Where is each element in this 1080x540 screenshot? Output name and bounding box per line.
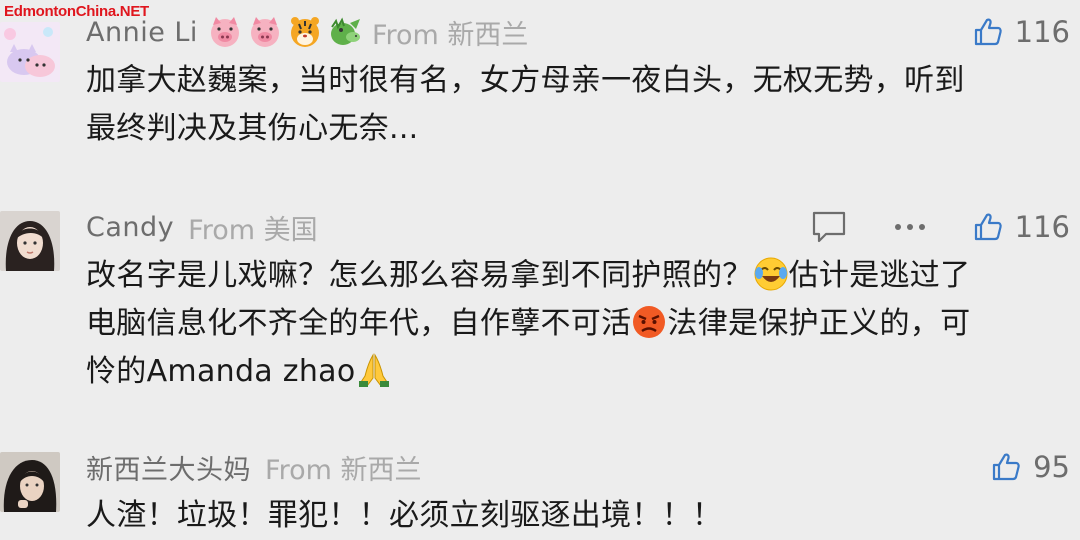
like-button[interactable]: 116 [973,207,1070,247]
reply-button[interactable] [812,207,846,247]
comment-text-line: 怜的Amanda zhao [86,348,1071,396]
location-label: From 新西兰 [265,454,422,486]
like-button[interactable]: 95 [991,447,1070,487]
comment-header: 新西兰大头妈 From 新西兰 [86,447,421,487]
text-segment: 法律是保护正义的，可 [667,306,971,341]
angry-face-emoji-icon [631,304,667,340]
tiger-emoji-icon [288,15,322,49]
comment-text: 加拿大赵巍案，当时很有名，女方母亲一夜白头，无权无势，听到 最终判决及其伤心无奈… [86,57,1071,153]
like-button[interactable]: 116 [973,12,1070,52]
avatar[interactable] [0,452,60,512]
pig-emoji-icon [248,15,282,49]
comment-text-line: 加拿大赵巍案，当时很有名，女方母亲一夜白头，无权无势，听到 [86,63,965,98]
pig-emoji-icon [208,15,242,49]
comment-text: 人渣！垃圾！罪犯！！必须立刻驱逐出境！！！ [86,492,1071,540]
like-count: 95 [1033,450,1070,484]
praying-hands-emoji-icon [356,352,392,388]
comment-bubble-icon [812,211,846,243]
dragon-emoji-icon [328,15,362,49]
thumbs-up-icon [992,453,1020,481]
more-options-button[interactable] [893,207,927,247]
username[interactable]: 新西兰大头妈 [86,448,251,487]
location-label: From 新西兰 [371,19,529,51]
comment-text-line: 电脑信息化不齐全的年代，自作孽不可活 法律是保护正义的，可 [86,300,1071,348]
comment-text-line: 人渣！垃圾！罪犯！！必须立刻驱逐出境！！！ [86,498,723,533]
username[interactable]: Annie Li [86,17,198,48]
comment-text-line: 最终判决及其伤心无奈... [86,111,419,146]
comment-item: Annie Li From 新西兰 116 加拿大赵巍案，当时很有名，女方母亲一… [0,0,1080,180]
comment-text: 改名字是儿戏嘛？怎么那么容易拿到不同护照的？ 估计是逃过了 电脑信息化不齐全的年代… [86,252,1071,396]
text-segment: 怜的Amanda zhao [86,354,356,389]
comment-item: 新西兰大头妈 From 新西兰 95 人渣！垃圾！罪犯！！必须立刻驱逐出境！！！ [0,435,1080,533]
like-count: 116 [1014,15,1070,49]
thumbs-up-icon [974,18,1002,46]
laughing-crying-emoji-icon [753,256,789,292]
text-segment: 估计是逃过了 [788,258,971,293]
username[interactable]: Candy [86,212,174,243]
comment-header: Annie Li From 新西兰 [86,12,528,52]
text-segment: 改名字是儿戏嘛？怎么那么容易拿到不同护照的？ [86,258,753,293]
comment-header: Candy From 美国 [86,207,318,247]
avatar[interactable] [0,22,60,82]
comment-item: Candy From 美国 116 改名字是儿戏嘛？怎么那么容易拿到不同护照的？… [0,195,1080,410]
like-count: 116 [1014,210,1070,244]
avatar[interactable] [0,211,60,271]
location-label: From 美国 [188,214,318,246]
text-segment: 电脑信息化不齐全的年代，自作孽不可活 [86,306,632,341]
more-dots-icon [895,224,925,230]
thumbs-up-icon [974,213,1002,241]
comment-text-line: 改名字是儿戏嘛？怎么那么容易拿到不同护照的？ 估计是逃过了 [86,252,1071,300]
